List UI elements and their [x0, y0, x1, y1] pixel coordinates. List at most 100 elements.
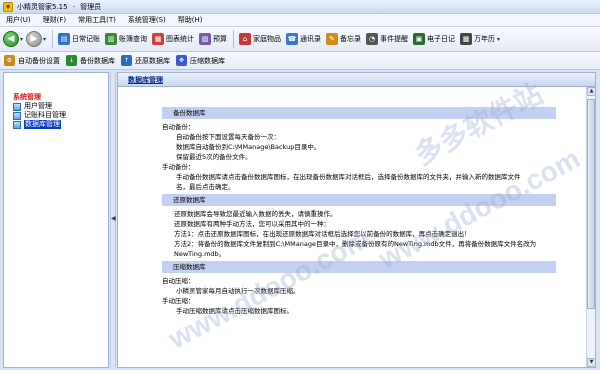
tree-root-system-management[interactable]: 系统管理 [13, 93, 66, 102]
budget-label: 预算 [213, 35, 228, 43]
diary-button[interactable]: ▣ 电子日记 [411, 30, 457, 48]
content-line: 方法2：将备份的数据库文件复制到C:\MManage目录中，删除或备份原有的Ne… [174, 240, 537, 248]
content-title: 数据库管理 [128, 75, 163, 84]
content-line: 数据库自动备份到C:\MManage\Backup目录中。 [176, 143, 321, 151]
window-title: 小精灵管家5.15 [17, 2, 68, 11]
content-line: 手动压缩数据库请点击压缩数据库图标。 [176, 307, 293, 315]
auto-backup-settings-button[interactable]: ⚙ 自动备份设置 [4, 55, 60, 66]
pane-splitter[interactable]: ◀ [110, 72, 116, 368]
restore-database-button[interactable]: ↑ 还原数据库 [121, 55, 170, 66]
tree-node-icon [13, 111, 21, 120]
backup-database-button[interactable]: ↓ 备份数据库 [66, 55, 115, 66]
content-line: 名，最后点击确定。 [176, 183, 235, 191]
navigation-tree-pane: 系统管理 用户管理 记账科目管理 数据库管理 [3, 72, 109, 368]
tree-item-user-management[interactable]: 用户管理 [13, 102, 66, 111]
content-line: 小精灵管家每月自动执行一次数据库压缩。 [176, 287, 300, 295]
tree-item-label: 记账科目管理 [24, 111, 66, 119]
back-arrow-icon: ◀ [7, 34, 15, 44]
content-line: 手动备份数据库请点击备份数据库图标，在出现备份数据库对话框后，选择备份数据库的文… [176, 173, 521, 181]
current-user: 管理员 [80, 2, 102, 11]
diary-label: 电子日记 [427, 35, 456, 43]
backup-db-icon: ↓ [66, 55, 77, 66]
content-line: 方法1：点击还原数据库图标，在出现还原数据库对话框后选择您以前备份的数据库，再点… [174, 230, 471, 238]
calendar-dropdown-icon[interactable]: ▾ [497, 36, 500, 43]
toolbar-separator [233, 30, 235, 48]
menu-finance[interactable]: 理财(F) [37, 15, 73, 25]
chart-stats-button[interactable]: ▦ 图表统计 [150, 30, 196, 48]
section-heading-restore: 还原数据库 [162, 194, 556, 206]
content-line: 还原数据库会导致您最近输入数据的丢失，请慎重操作。 [174, 210, 337, 218]
tree-item-label-selected: 数据库管理 [24, 120, 61, 129]
menu-help[interactable]: 帮助(H) [172, 15, 209, 25]
chart-icon: ▦ [152, 33, 165, 45]
content-line: 自动备份按下面设置每天备份一次： [176, 133, 280, 141]
back-button[interactable]: ◀ [3, 31, 19, 47]
section-heading-backup: 备份数据库 [162, 107, 556, 119]
main-toolbar: ◀ ▾ ▶ ▾ ▤ 日常记账 ▥ 账簿查询 ▦ 图表统计 ▧ 预算 ⌂ 家庭物品… [0, 27, 600, 52]
menu-user[interactable]: 用户(U) [0, 15, 37, 25]
contacts-icon: ☎ [286, 33, 299, 45]
contacts-label: 通讯录 [300, 35, 322, 43]
restore-db-icon: ↑ [121, 55, 132, 66]
event-reminder-button[interactable]: ◔ 事件提醒 [364, 30, 410, 48]
budget-icon: ▧ [199, 33, 212, 45]
memo-label: 备忘录 [340, 35, 362, 43]
content-line: 手动压缩： [162, 297, 195, 305]
help-content: 备份数据库 自动备份： 自动备份按下面设置每天备份一次： 数据库自动备份到C:\… [162, 105, 556, 316]
restore-database-label: 还原数据库 [135, 56, 170, 65]
tree-item-database-management[interactable]: 数据库管理 [13, 120, 66, 129]
scroll-up-icon[interactable]: ▲ [587, 87, 595, 96]
content-pane: 数据库管理 备份数据库 自动备份： 自动备份按下面设置每天备份一次： 数据库自动… [117, 72, 596, 368]
compress-db-icon: ✥ [176, 55, 187, 66]
menu-tools[interactable]: 常用工具(T) [72, 15, 122, 25]
app-logo-icon: ◆ [3, 1, 13, 12]
memo-icon: ✎ [326, 33, 339, 45]
event-reminder-label: 事件提醒 [380, 35, 409, 43]
section-heading-compress: 压缩数据库 [162, 261, 556, 273]
scroll-down-icon[interactable]: ▼ [587, 358, 595, 367]
content-header: 数据库管理 [118, 73, 595, 87]
home-items-button[interactable]: ⌂ 家庭物品 [237, 30, 283, 48]
daily-bookkeeping-button[interactable]: ▤ 日常记账 [56, 30, 102, 48]
backup-settings-icon: ⚙ [4, 55, 15, 66]
memo-button[interactable]: ✎ 备忘录 [324, 30, 363, 48]
menu-system[interactable]: 系统管理(S) [122, 15, 172, 25]
ledger-query-label: 账簿查询 [119, 35, 148, 43]
content-line: NewTing.mdb。 [174, 250, 226, 258]
chart-stats-label: 图表统计 [166, 35, 195, 43]
tree-item-account-subjects[interactable]: 记账科目管理 [13, 111, 66, 120]
content-line: 保留最近5次的备份文件。 [176, 153, 252, 161]
budget-button[interactable]: ▧ 预算 [197, 30, 229, 48]
compress-database-button[interactable]: ✥ 压缩数据库 [176, 55, 225, 66]
tree-node-icon [13, 102, 21, 111]
section-heading-text: 还原数据库 [173, 196, 206, 204]
content-line: 自动压缩： [162, 277, 195, 285]
home-items-label: 家庭物品 [253, 35, 282, 43]
back-dropdown-icon[interactable]: ▾ [20, 36, 23, 43]
forward-dropdown-icon[interactable]: ▾ [43, 36, 46, 43]
vertical-scrollbar[interactable]: ▲ ▼ [586, 87, 595, 367]
ledger-icon: ▤ [58, 33, 71, 45]
compress-database-label: 压缩数据库 [190, 56, 225, 65]
alarm-clock-icon: ◔ [366, 33, 379, 45]
calendar-icon: ▩ [460, 33, 473, 45]
content-line: 手动备份： [162, 163, 195, 171]
toolbar-separator [52, 30, 54, 48]
forward-arrow-icon: ▶ [30, 34, 38, 44]
database-toolbar: ⚙ 自动备份设置 ↓ 备份数据库 ↑ 还原数据库 ✥ 压缩数据库 [0, 52, 600, 70]
home-items-icon: ⌂ [239, 33, 252, 45]
contacts-button[interactable]: ☎ 通讯录 [284, 30, 323, 48]
scrollbar-thumb[interactable] [587, 99, 595, 309]
calendar-label: 万年历 [474, 35, 496, 43]
auto-backup-settings-label: 自动备份设置 [18, 56, 60, 65]
tree-item-label: 用户管理 [24, 102, 52, 110]
calendar-button[interactable]: ▩ 万年历 ▾ [458, 30, 505, 48]
navigation-tree: 系统管理 用户管理 记账科目管理 数据库管理 [13, 93, 66, 129]
ledger-query-button[interactable]: ▥ 账簿查询 [103, 30, 149, 48]
menu-bar: 用户(U) 理财(F) 常用工具(T) 系统管理(S) 帮助(H) [0, 14, 600, 27]
daily-bookkeeping-label: 日常记账 [72, 35, 101, 43]
diary-icon: ▣ [413, 33, 426, 45]
book-icon: ▥ [105, 33, 118, 45]
forward-button[interactable]: ▶ [26, 31, 43, 47]
collapse-arrow-icon[interactable]: ◀ [111, 214, 116, 224]
